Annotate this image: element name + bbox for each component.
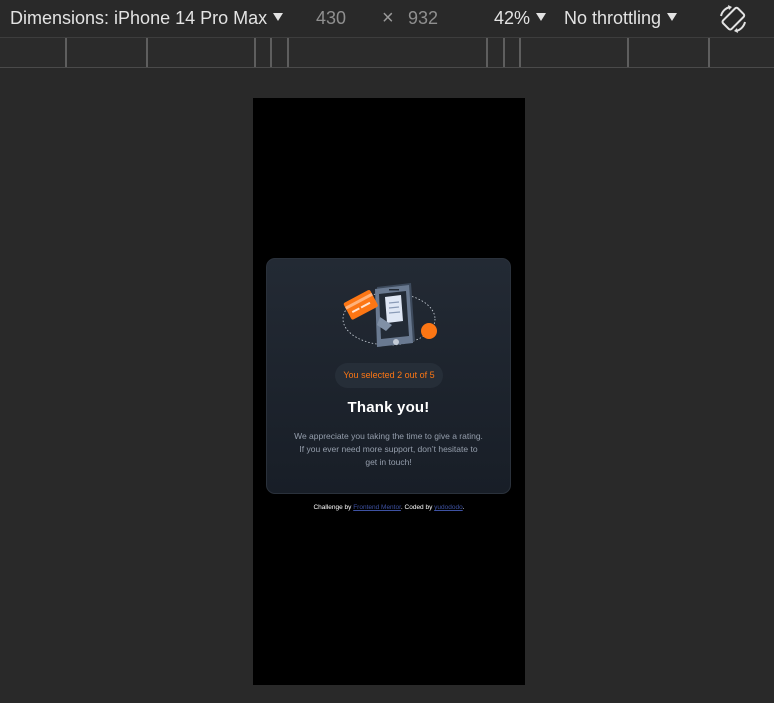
throttling-dropdown[interactable]: No throttling — [564, 0, 678, 37]
attribution-middle: . Coded by — [400, 504, 435, 511]
ruler-tick — [627, 38, 629, 67]
device-viewport: You selected 2 out of 5 Thank you! We ap… — [253, 98, 525, 685]
ruler-tick — [708, 38, 710, 67]
ruler-tick — [503, 38, 505, 67]
width-input[interactable]: 430 — [316, 0, 346, 37]
thank-you-title: Thank you! — [347, 399, 430, 416]
frontend-mentor-link[interactable]: Frontend Mentor — [353, 504, 401, 511]
zoom-dropdown[interactable]: 42% — [494, 0, 547, 37]
thank-you-card: You selected 2 out of 5 Thank you! We ap… — [266, 258, 511, 494]
ruler-tick — [519, 38, 521, 67]
zoom-label: 42% — [494, 8, 531, 28]
media-query-ruler[interactable] — [0, 38, 774, 68]
ruler-tick — [270, 38, 272, 67]
device-dimensions-dropdown[interactable]: Dimensions: iPhone 14 Pro Max — [10, 0, 284, 37]
device-dimensions-label: Dimensions: iPhone 14 Pro Max — [10, 8, 268, 28]
chevron-down-icon — [667, 12, 678, 21]
attribution-suffix: . — [462, 504, 465, 511]
device-toolbar: Dimensions: iPhone 14 Pro Max 430 × 932 … — [0, 0, 774, 38]
rotate-icon[interactable] — [716, 2, 750, 36]
attribution-prefix: Challenge by — [313, 504, 354, 511]
thank-you-description: We appreciate you taking the time to giv… — [294, 431, 483, 467]
chevron-down-icon — [536, 12, 547, 21]
chevron-down-icon — [273, 12, 284, 21]
throttling-label: No throttling — [564, 8, 662, 28]
ruler-tick — [486, 38, 488, 67]
height-input[interactable]: 932 — [408, 0, 438, 37]
times-icon: × — [382, 7, 394, 29]
ruler-tick — [146, 38, 148, 67]
ruler-tick — [254, 38, 256, 67]
ruler-tick — [287, 38, 289, 67]
ruler-tick — [65, 38, 67, 67]
attribution: Challenge by Frontend Mentor. Coded by y… — [253, 504, 525, 511]
selected-rating-badge: You selected 2 out of 5 — [335, 363, 443, 388]
phone-payment-illustration — [342, 283, 437, 347]
author-link[interactable]: yudododo — [434, 504, 463, 511]
